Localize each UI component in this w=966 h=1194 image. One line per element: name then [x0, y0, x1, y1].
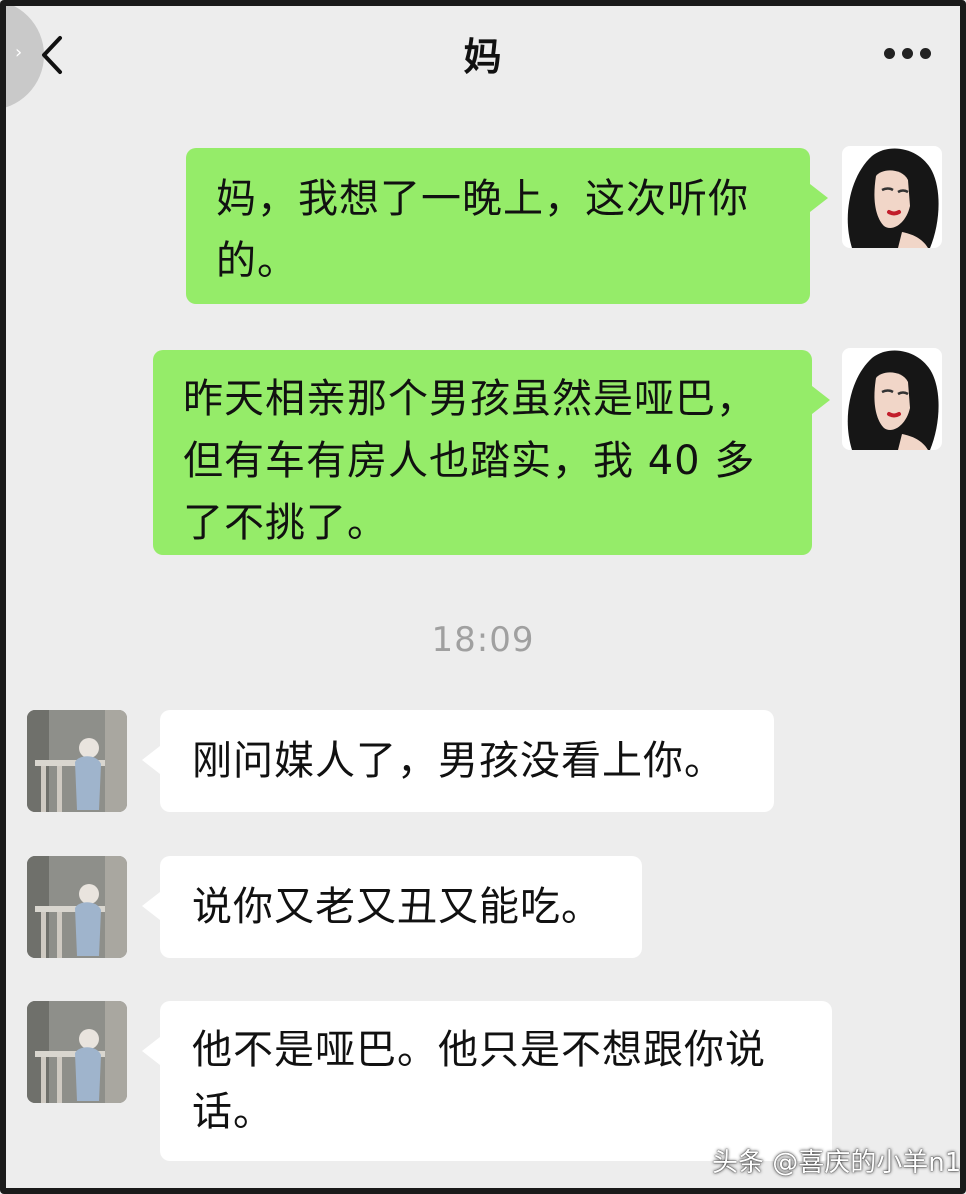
message-bubble-received[interactable]: 说你又老又丑又能吃。	[142, 856, 642, 958]
message-text: 昨天相亲那个男孩虽然是哑巴，但有车有房人也踏实，我 40 多了不挑了。	[183, 376, 757, 546]
more-dots-icon	[884, 48, 895, 59]
woman-portrait-avatar-icon	[842, 146, 942, 248]
my-avatar[interactable]	[842, 348, 942, 450]
contact-avatar[interactable]	[27, 710, 127, 812]
message-text: 刚问媒人了，男孩没看上你。	[192, 738, 725, 784]
person-on-balcony-avatar-icon	[27, 856, 127, 958]
message-text: 说你又老又丑又能吃。	[192, 884, 602, 930]
person-on-balcony-avatar-icon	[27, 1001, 127, 1103]
woman-portrait-avatar-icon	[842, 348, 942, 450]
person-on-balcony-avatar-icon	[27, 710, 127, 812]
contact-avatar[interactable]	[27, 1001, 127, 1103]
chat-header: › 妈	[0, 0, 966, 110]
my-avatar[interactable]	[842, 146, 942, 248]
chat-title: 妈	[463, 35, 503, 79]
message-bubble-received[interactable]: 他不是哑巴。他只是不想跟你说话。	[142, 1001, 832, 1161]
message-bubble-sent[interactable]: 妈，我想了一晚上，这次听你的。	[186, 148, 828, 304]
watermark-text: 头条 @喜庆的小羊n1	[712, 1148, 962, 1178]
message-bubble-sent[interactable]: 昨天相亲那个男孩虽然是哑巴，但有车有房人也踏实，我 40 多了不挑了。	[153, 350, 830, 555]
message-bubble-received[interactable]: 刚问媒人了，男孩没看上你。	[142, 710, 774, 812]
message-text: 妈，我想了一晚上，这次听你的。	[216, 176, 749, 284]
contact-avatar[interactable]	[27, 856, 127, 958]
message-text: 他不是哑巴。他只是不想跟你说话。	[192, 1027, 766, 1135]
message-timestamp: 18:09	[431, 620, 535, 660]
more-button[interactable]	[878, 44, 934, 64]
